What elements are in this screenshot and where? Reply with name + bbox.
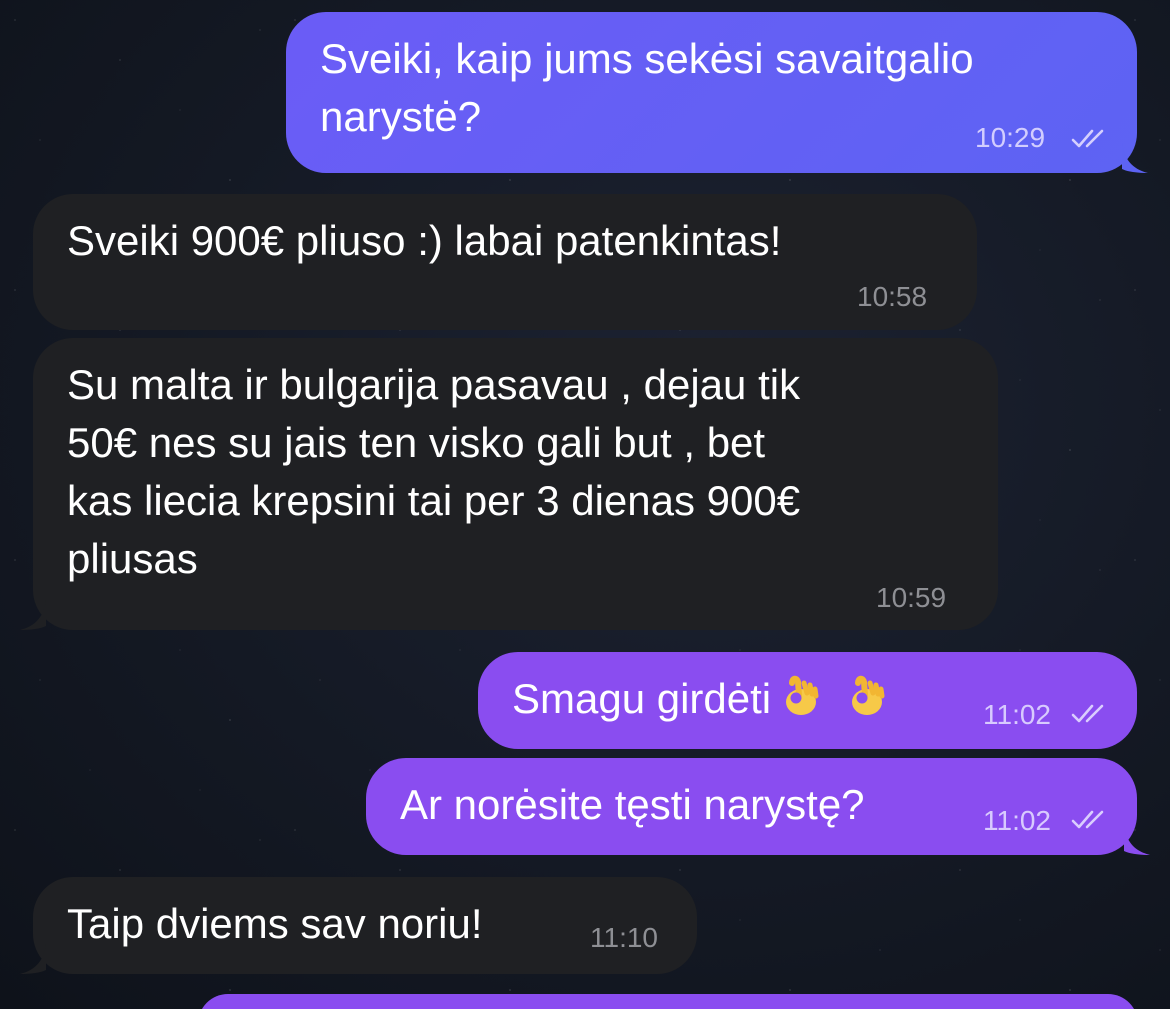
message-bubble-partial[interactable] (198, 994, 1138, 1009)
message-bubble-outgoing[interactable]: Sveiki, kaip jums sekėsi savaitgalio nar… (286, 12, 1148, 173)
message-time: 11:10 (590, 922, 658, 953)
message-time: 10:58 (857, 281, 928, 312)
bubble-tail (1122, 143, 1148, 173)
bubble-tail (20, 600, 46, 630)
message-time: 10:59 (876, 582, 947, 613)
message-bubble-outgoing[interactable]: Smagu girdėti 11:02 (478, 652, 1137, 749)
ok-hand-emoji (786, 675, 819, 715)
message-bubble-incoming[interactable]: Sveiki 900€ pliuso :) labai patenkintas!… (33, 194, 977, 330)
message-text: Sveiki 900€ pliuso :) labai patenkintas! (67, 217, 782, 264)
message-text: Taip dviems sav noriu! (67, 900, 483, 947)
double-check-icon (1071, 129, 1104, 148)
double-check-icon (1071, 704, 1104, 723)
message-text: Su malta ir bulgarija pasavau , dejau ti… (67, 361, 801, 582)
bubble-tail (1124, 825, 1150, 855)
bubble-tail (20, 944, 46, 974)
message-time: 11:02 (983, 805, 1051, 836)
double-check-icon (1071, 810, 1104, 829)
message-time: 11:02 (983, 699, 1051, 730)
message-bubble-incoming[interactable]: Su malta ir bulgarija pasavau , dejau ti… (20, 338, 998, 630)
message-time: 10:29 (975, 122, 1046, 153)
ok-hand-emoji (852, 675, 885, 715)
message-bubble-incoming[interactable]: Taip dviems sav noriu! 11:10 (20, 877, 697, 974)
message-bubble-outgoing[interactable]: Ar norėsite tęsti narystę? 11:02 (366, 758, 1150, 855)
